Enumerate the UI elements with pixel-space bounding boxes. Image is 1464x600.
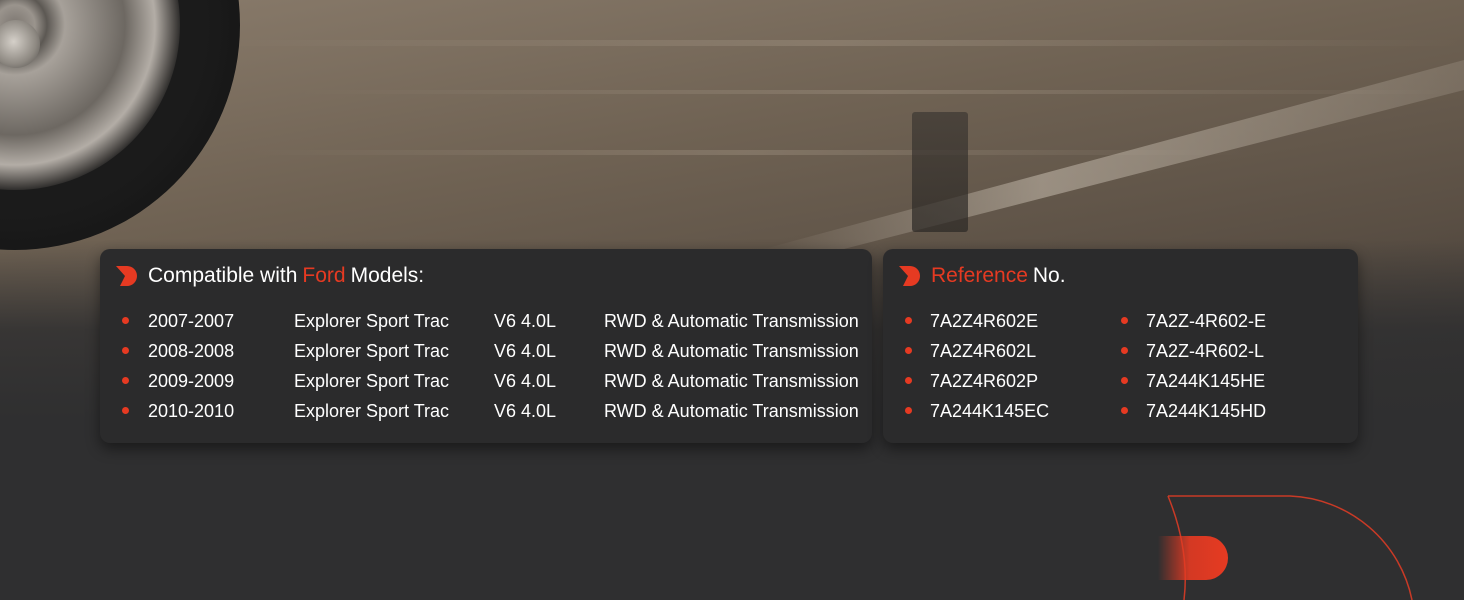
bullet-icon xyxy=(1121,407,1128,414)
reference-number: 7A244K145HD xyxy=(1146,401,1267,421)
compat-model: Explorer Sport Trac xyxy=(294,341,450,361)
compat-drive: RWD & Automatic Transmission xyxy=(604,341,859,361)
reference-number: 7A2Z4R602L xyxy=(930,341,1037,361)
compat-engine: V6 4.0L xyxy=(494,371,557,391)
compat-drive: RWD & Automatic Transmission xyxy=(604,371,859,391)
bullet-icon xyxy=(905,377,912,384)
bullet-icon xyxy=(905,317,912,324)
bullet-icon xyxy=(122,317,129,324)
brand-d-icon xyxy=(899,266,920,286)
compat-model: Explorer Sport Trac xyxy=(294,311,450,331)
reference-number: 7A2Z-4R602-E xyxy=(1146,311,1267,331)
compat-model: Explorer Sport Trac xyxy=(294,401,450,421)
bullet-icon xyxy=(122,347,129,354)
compat-engine: V6 4.0L xyxy=(494,311,557,331)
bullet-icon xyxy=(905,407,912,414)
compat-engine: V6 4.0L xyxy=(494,341,557,361)
compat-drive: RWD & Automatic Transmission xyxy=(604,401,859,421)
reference-number: 7A244K145HE xyxy=(1146,371,1266,391)
bullet-icon xyxy=(1121,377,1128,384)
compat-year: 2010-2010 xyxy=(148,401,235,421)
compat-engine: V6 4.0L xyxy=(494,401,557,421)
compatibility-title: Compatible with Ford Models: xyxy=(116,263,424,289)
bullet-icon xyxy=(122,377,129,384)
bullet-icon xyxy=(905,347,912,354)
compat-model: Explorer Sport Trac xyxy=(294,371,450,391)
brand-d-decoration-icon xyxy=(1158,495,1413,600)
compat-year: 2009-2009 xyxy=(148,371,235,391)
compatibility-title-prefix: Compatible with xyxy=(148,264,298,287)
bullet-icon xyxy=(1121,317,1128,324)
reference-number: 7A2Z-4R602-L xyxy=(1146,341,1265,361)
compatibility-panel: Compatible with Ford Models: 2007-2007 E… xyxy=(100,249,872,443)
reference-number: 7A244K145EC xyxy=(930,401,1050,421)
compatibility-title-brand: Ford xyxy=(302,264,346,287)
product-banner: Compatible with Ford Models: 2007-2007 E… xyxy=(0,0,1464,600)
compat-year: 2007-2007 xyxy=(148,311,235,331)
reference-number: 7A2Z4R602P xyxy=(930,371,1039,391)
reference-number: 7A2Z4R602E xyxy=(930,311,1039,331)
compatibility-title-suffix: Models: xyxy=(350,264,425,287)
roadside-post xyxy=(912,112,968,232)
reference-title: Reference No. xyxy=(899,263,1066,289)
compat-drive: RWD & Automatic Transmission xyxy=(604,311,859,331)
reference-title-suffix: No. xyxy=(1032,264,1066,287)
bullet-icon xyxy=(1121,347,1128,354)
reference-title-accent: Reference xyxy=(931,264,1028,287)
bullet-icon xyxy=(122,407,129,414)
compat-year: 2008-2008 xyxy=(148,341,235,361)
reference-panel: Reference No. 7A2Z4R602E 7A2Z-4R602-E 7A… xyxy=(883,249,1358,443)
brand-d-icon xyxy=(116,266,137,286)
